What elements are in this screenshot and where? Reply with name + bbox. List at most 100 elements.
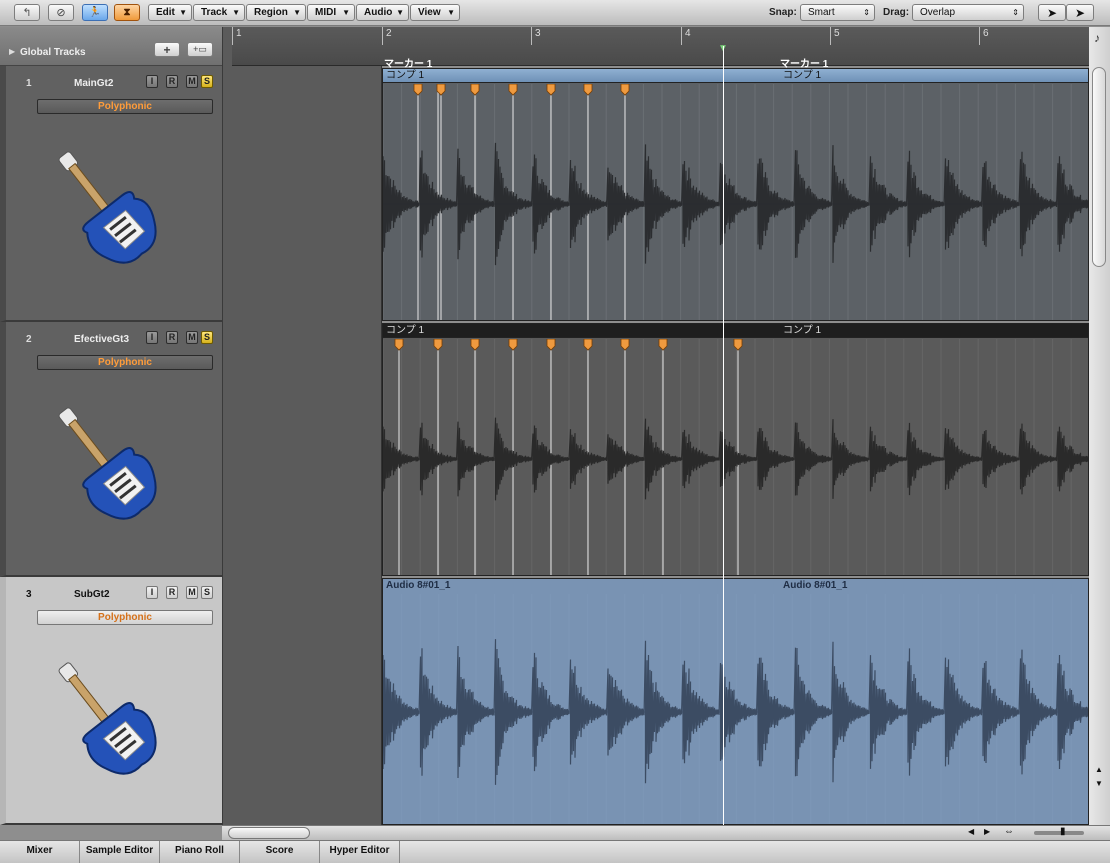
track-header-2[interactable]: 2 EfectiveGt3 I R M S Polyphonic [0, 322, 222, 577]
track-number: 2 [26, 334, 32, 345]
menu-edit[interactable]: Edit ▼ [148, 4, 192, 21]
scroll-right-icon[interactable]: ▶ [984, 827, 990, 836]
horizontal-scrollbar[interactable]: ◀ ▶ ⇔ ▮ [222, 825, 1110, 840]
vertical-scrollbar[interactable]: ♪ ▲ ▼ [1089, 27, 1110, 825]
bar-number: 2 [382, 27, 392, 45]
track-number: 3 [26, 589, 32, 600]
input-monitor-button[interactable]: I [146, 331, 158, 344]
audio-region-track-2[interactable]: コンプ 1 コンプ 1 [382, 323, 1089, 576]
snap-label: Snap: [769, 7, 797, 18]
audio-region-track-1[interactable]: コンプ 1 コンプ 1 [382, 68, 1089, 321]
solo-button[interactable]: S [201, 331, 213, 344]
track-header-3[interactable]: 3 SubGt2 I R M S Polyphonic [0, 577, 222, 825]
waveform [383, 339, 1088, 575]
tab-piano-roll[interactable]: Piano Roll [160, 841, 240, 863]
chevron-down-icon: ▼ [179, 8, 187, 17]
link-icon: ⊘ [56, 7, 66, 19]
mute-button[interactable]: M [186, 75, 198, 88]
catch-button[interactable]: 🏃 [82, 4, 108, 21]
global-tracks-label[interactable]: Global Tracks [20, 47, 86, 58]
tab-sample-editor[interactable]: Sample Editor [80, 841, 160, 863]
electric-guitar-icon [58, 151, 157, 264]
duplicate-track-icon: +▭ [193, 44, 207, 54]
chevron-down-icon: ▼ [232, 8, 240, 17]
region-name: Audio 8#01_1 [386, 580, 451, 591]
menu-view[interactable]: View ▼ [410, 4, 460, 21]
add-folder-track-button[interactable]: +▭ [187, 42, 213, 57]
scroll-thumb[interactable] [1092, 67, 1106, 267]
scroll-up-icon[interactable]: ▲ [1095, 765, 1103, 774]
bar-ruler[interactable]: 1 2 3 4 5 6 マーカー 1 マーカー 1 ▼ [232, 27, 1089, 70]
input-monitor-button[interactable]: I [146, 75, 158, 88]
solo-button[interactable]: S [201, 586, 213, 599]
electric-guitar-icon [58, 662, 157, 775]
chevron-down-icon: ▼ [396, 8, 404, 17]
flex-mode-select[interactable]: Polyphonic [37, 610, 213, 625]
global-tracks-header: ▶ Global Tracks + +▭ [0, 27, 222, 66]
arrange-empty-area[interactable] [222, 27, 382, 825]
scroll-down-icon[interactable]: ▼ [1095, 779, 1103, 788]
track-name[interactable]: MainGt2 [74, 78, 113, 89]
back-button[interactable]: ↰ [14, 4, 40, 21]
region-header[interactable]: コンプ 1 コンプ 1 [383, 324, 1088, 338]
mute-button[interactable]: M [186, 586, 198, 599]
toolbar: ↰ ⊘ 🏃 ⧗ Edit ▼ Track ▼ Region ▼ MIDI ▼ Audio… [0, 0, 1110, 26]
menu-audio[interactable]: Audio ▼ [356, 4, 409, 21]
alt-tool-button[interactable]: ➤ [1066, 4, 1094, 21]
zoom-slider-knob[interactable]: ▮ [1060, 826, 1066, 837]
record-enable-button[interactable]: R [166, 75, 178, 88]
record-enable-button[interactable]: R [166, 586, 178, 599]
chevron-down-icon: ▼ [447, 8, 455, 17]
region-name: コンプ 1 [783, 325, 822, 336]
bar-number: 6 [979, 27, 989, 45]
playhead-line[interactable] [723, 46, 724, 825]
menu-midi[interactable]: MIDI ▼ [307, 4, 355, 21]
drag-select[interactable]: Overlap ⇕ [912, 4, 1024, 21]
region-header[interactable]: コンプ 1 コンプ 1 [383, 69, 1088, 83]
chevron-down-icon: ▼ [293, 8, 301, 17]
note-icon: ♪ [1094, 31, 1100, 45]
drag-label: Drag: [883, 7, 910, 18]
zoom-slider[interactable] [1034, 831, 1084, 835]
bar-number: 1 [232, 27, 242, 45]
disclosure-triangle-icon[interactable]: ▶ [9, 47, 15, 56]
bar-number: 5 [830, 27, 840, 45]
bar-number: 4 [681, 27, 691, 45]
tab-hyper-editor[interactable]: Hyper Editor [320, 841, 400, 863]
plus-icon: + [163, 42, 171, 57]
scroll-left-icon[interactable]: ◀ [968, 827, 974, 836]
menu-track[interactable]: Track ▼ [193, 4, 245, 21]
region-header[interactable]: Audio 8#01_1 Audio 8#01_1 [383, 579, 1088, 593]
updown-icon: ⇕ [863, 8, 870, 17]
region-name: コンプ 1 [386, 325, 425, 336]
mute-button[interactable]: M [186, 331, 198, 344]
updown-icon: ⇕ [1012, 8, 1019, 17]
flex-mode-select[interactable]: Polyphonic [37, 99, 213, 114]
editor-tabs: Mixer Sample Editor Piano Roll Score Hyp… [0, 840, 1110, 863]
pointer-tool-button[interactable]: ➤ [1038, 4, 1066, 21]
flex-mode-select[interactable]: Polyphonic [37, 355, 213, 370]
scroll-thumb[interactable] [228, 827, 310, 839]
flex-button[interactable]: ⧗ [114, 4, 140, 21]
audio-region-track-3[interactable]: Audio 8#01_1 Audio 8#01_1 [382, 578, 1089, 825]
record-enable-button[interactable]: R [166, 331, 178, 344]
input-monitor-button[interactable]: I [146, 586, 158, 599]
link-button[interactable]: ⊘ [48, 4, 74, 21]
zoom-waveform-icon[interactable]: ⇔ [1004, 826, 1014, 837]
menu-region[interactable]: Region ▼ [246, 4, 306, 21]
waveform [383, 594, 1088, 824]
electric-guitar-icon [58, 407, 157, 520]
solo-button[interactable]: S [201, 75, 213, 88]
region-name: コンプ 1 [386, 70, 425, 81]
track-number: 1 [26, 78, 32, 89]
track-name[interactable]: SubGt2 [74, 589, 110, 600]
tab-score[interactable]: Score [240, 841, 320, 863]
flex-icon: ⧗ [123, 7, 131, 18]
waveform [383, 84, 1088, 320]
track-header-1[interactable]: 1 MainGt2 I R M S Polyphonic [0, 66, 222, 322]
add-track-button[interactable]: + [154, 42, 180, 57]
snap-select[interactable]: Smart ⇕ [800, 4, 875, 21]
track-name[interactable]: EfectiveGt3 [74, 334, 129, 345]
tab-mixer[interactable]: Mixer [0, 841, 80, 863]
bar-number: 3 [531, 27, 541, 45]
